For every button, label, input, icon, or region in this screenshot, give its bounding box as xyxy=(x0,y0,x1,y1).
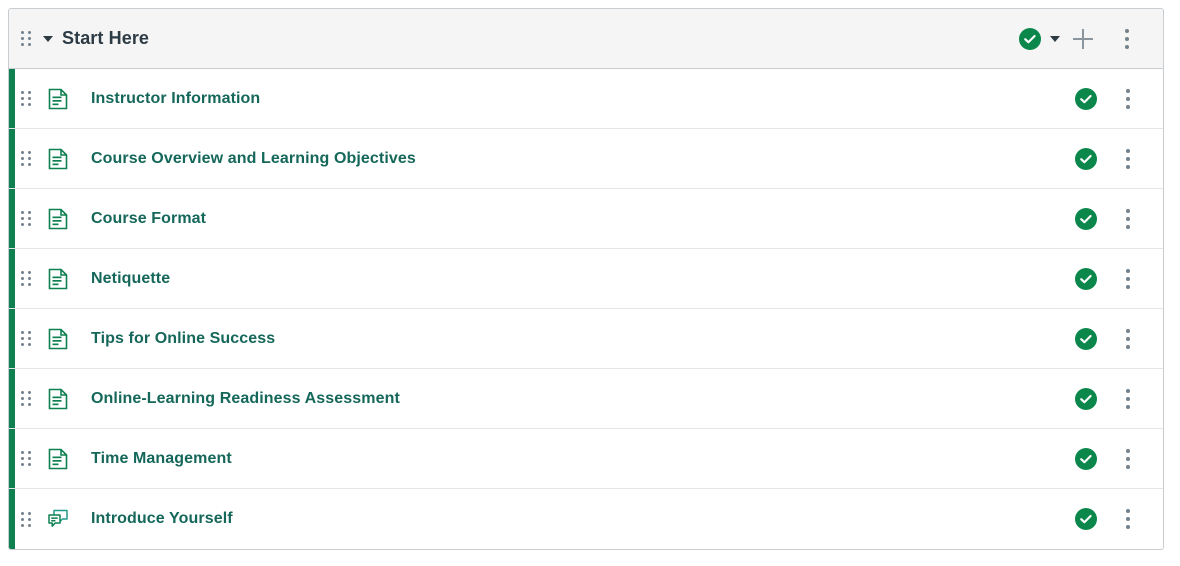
item-publish-button[interactable] xyxy=(1065,318,1107,360)
list-item[interactable]: Time Management xyxy=(9,429,1163,489)
module-container: Start Here xyxy=(8,8,1164,550)
chevron-down-icon xyxy=(1050,36,1060,42)
drag-handle-icon[interactable] xyxy=(19,389,33,409)
item-menu-button[interactable] xyxy=(1107,498,1149,540)
published-check-icon xyxy=(1019,28,1041,50)
kebab-menu-icon xyxy=(1126,389,1130,409)
kebab-menu-icon xyxy=(1126,509,1130,529)
item-publish-button[interactable] xyxy=(1065,138,1107,180)
module-header-left: Start Here xyxy=(19,28,1017,49)
list-item[interactable]: Tips for Online Success xyxy=(9,309,1163,369)
kebab-menu-icon xyxy=(1126,269,1130,289)
item-publish-button[interactable] xyxy=(1065,498,1107,540)
drag-handle-icon[interactable] xyxy=(19,29,33,49)
kebab-menu-icon xyxy=(1126,149,1130,169)
published-check-icon xyxy=(1075,448,1097,470)
published-check-icon xyxy=(1075,88,1097,110)
document-icon xyxy=(45,208,71,230)
drag-handle-icon[interactable] xyxy=(19,509,33,529)
list-item[interactable]: Course Overview and Learning Objectives xyxy=(9,129,1163,189)
list-item[interactable]: Instructor Information xyxy=(9,69,1163,129)
kebab-menu-icon xyxy=(1125,29,1129,49)
add-item-button[interactable] xyxy=(1061,17,1105,61)
module-item-link[interactable]: Course Format xyxy=(91,210,1065,228)
document-icon xyxy=(45,388,71,410)
module-header: Start Here xyxy=(9,9,1163,69)
published-check-icon xyxy=(1075,328,1097,350)
item-menu-button[interactable] xyxy=(1107,378,1149,420)
kebab-menu-icon xyxy=(1126,329,1130,349)
published-check-icon xyxy=(1075,148,1097,170)
module-item-link[interactable]: Time Management xyxy=(91,450,1065,468)
item-publish-button[interactable] xyxy=(1065,258,1107,300)
item-publish-button[interactable] xyxy=(1065,378,1107,420)
document-icon xyxy=(45,148,71,170)
module-item-list: Instructor Information xyxy=(9,69,1163,549)
item-menu-button[interactable] xyxy=(1107,138,1149,180)
kebab-menu-icon xyxy=(1126,89,1130,109)
document-icon xyxy=(45,268,71,290)
item-menu-button[interactable] xyxy=(1107,198,1149,240)
module-item-link[interactable]: Tips for Online Success xyxy=(91,330,1065,348)
module-page: Start Here xyxy=(0,0,1180,566)
module-publish-button[interactable] xyxy=(1017,17,1061,61)
drag-handle-icon[interactable] xyxy=(19,209,33,229)
list-item-actions xyxy=(1065,138,1149,180)
module-item-link[interactable]: Netiquette xyxy=(91,270,1065,288)
list-item[interactable]: Introduce Yourself xyxy=(9,489,1163,549)
module-title: Start Here xyxy=(62,28,149,49)
published-check-icon xyxy=(1075,208,1097,230)
published-check-icon xyxy=(1075,268,1097,290)
item-menu-button[interactable] xyxy=(1107,438,1149,480)
discussion-icon xyxy=(45,508,71,530)
list-item-actions xyxy=(1065,198,1149,240)
list-item-actions xyxy=(1065,318,1149,360)
list-item[interactable]: Online-Learning Readiness Assessment xyxy=(9,369,1163,429)
list-item[interactable]: Netiquette xyxy=(9,249,1163,309)
drag-handle-icon[interactable] xyxy=(19,89,33,109)
drag-handle-icon[interactable] xyxy=(19,269,33,289)
published-check-icon xyxy=(1075,508,1097,530)
kebab-menu-icon xyxy=(1126,449,1130,469)
drag-handle-icon[interactable] xyxy=(19,329,33,349)
item-publish-button[interactable] xyxy=(1065,198,1107,240)
drag-handle-icon[interactable] xyxy=(19,449,33,469)
module-menu-button[interactable] xyxy=(1105,17,1149,61)
document-icon xyxy=(45,448,71,470)
published-check-icon xyxy=(1075,388,1097,410)
list-item-actions xyxy=(1065,78,1149,120)
drag-handle-icon[interactable] xyxy=(19,149,33,169)
plus-icon xyxy=(1073,29,1093,49)
list-item-actions xyxy=(1065,378,1149,420)
kebab-menu-icon xyxy=(1126,209,1130,229)
item-menu-button[interactable] xyxy=(1107,318,1149,360)
list-item-actions xyxy=(1065,258,1149,300)
list-item-actions xyxy=(1065,438,1149,480)
item-menu-button[interactable] xyxy=(1107,78,1149,120)
module-item-link[interactable]: Introduce Yourself xyxy=(91,510,1065,528)
module-item-link[interactable]: Course Overview and Learning Objectives xyxy=(91,150,1065,168)
module-item-link[interactable]: Online-Learning Readiness Assessment xyxy=(91,390,1065,408)
item-publish-button[interactable] xyxy=(1065,438,1107,480)
list-item[interactable]: Course Format xyxy=(9,189,1163,249)
collapse-arrow-icon[interactable] xyxy=(43,36,53,42)
module-header-actions xyxy=(1017,17,1149,61)
module-item-link[interactable]: Instructor Information xyxy=(91,90,1065,108)
document-icon xyxy=(45,88,71,110)
item-menu-button[interactable] xyxy=(1107,258,1149,300)
list-item-actions xyxy=(1065,498,1149,540)
document-icon xyxy=(45,328,71,350)
item-publish-button[interactable] xyxy=(1065,78,1107,120)
